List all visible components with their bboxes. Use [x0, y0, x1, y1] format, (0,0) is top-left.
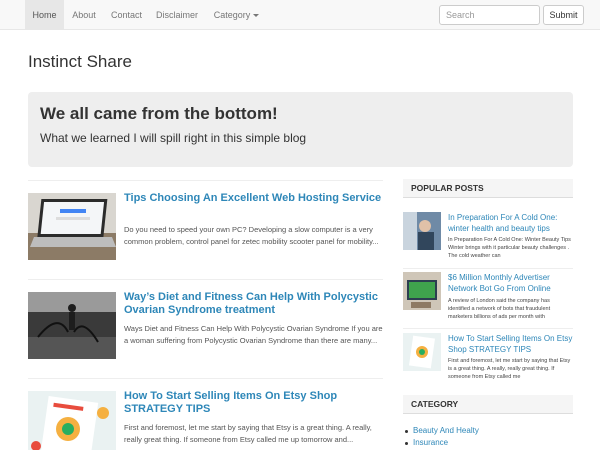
popular-post-excerpt: First and foremost, let me start by sayi… [448, 358, 571, 380]
post-title-link[interactable]: Tips Choosing An Excellent Web Hosting S… [124, 192, 384, 205]
nav-category-label: Category [213, 10, 251, 20]
list-bullet [405, 442, 408, 445]
post-excerpt: First and foremost, let me start by sayi… [124, 423, 372, 444]
nav-category-dropdown[interactable]: Category [205, 0, 268, 30]
divider [403, 328, 573, 329]
search-input[interactable]: Search [439, 5, 540, 25]
nav-contact-link[interactable]: Contact [104, 0, 149, 30]
popular-post-excerpt: In Preparation For A Cold One: Winter Be… [448, 237, 571, 259]
site-title[interactable]: Instinct Share [28, 52, 132, 72]
post-excerpt: Do you need to speed your own PC? Develo… [124, 225, 379, 246]
popular-post-item: In Preparation For A Cold One: winter he… [403, 212, 573, 268]
nav-disclaimer-link[interactable]: Disclaimer [149, 0, 205, 30]
popular-post-title-link[interactable]: $6 Million Monthly Advertiser Network Bo… [448, 272, 573, 294]
popular-post-thumbnail[interactable] [403, 212, 441, 250]
search-submit-button[interactable]: Submit [543, 5, 584, 25]
category-link[interactable]: Insurance [413, 438, 448, 447]
jumbotron-subtitle: What we learned I will spill right in th… [40, 131, 307, 145]
popular-post-thumbnail[interactable] [403, 272, 441, 310]
post-title-link[interactable]: How To Start Selling Items On Etsy Shop … [124, 390, 384, 416]
nav-home-link[interactable]: Home [25, 0, 64, 30]
nav-about-link[interactable]: About [64, 0, 104, 30]
post-item: Way’s Diet and Fitness Can Help With Pol… [28, 279, 383, 379]
jumbotron-title: We all came from the bottom! [40, 104, 278, 123]
popular-post-excerpt: A review of London said the company has … [448, 298, 551, 320]
post-item: How To Start Selling Items On Etsy Shop … [28, 378, 383, 450]
popular-post-title-link[interactable]: In Preparation For A Cold One: winter he… [448, 212, 573, 234]
popular-post-item: How To Start Selling Items On Etsy Shop … [403, 333, 573, 389]
post-title-link[interactable]: Way’s Diet and Fitness Can Help With Pol… [124, 291, 384, 317]
divider [403, 268, 573, 269]
navbar: Home About Contact Disclaimer Category S… [0, 0, 600, 30]
popular-posts-heading: POPULAR POSTS [403, 179, 573, 198]
post-thumbnail[interactable] [28, 292, 116, 359]
post-thumbnail[interactable] [28, 391, 116, 450]
list-bullet [405, 430, 408, 433]
caret-down-icon [253, 14, 260, 18]
category-heading: CATEGORY [403, 395, 573, 414]
popular-post-thumbnail[interactable] [403, 333, 441, 371]
category-link[interactable]: Beauty And Healty [413, 426, 479, 435]
jumbotron: We all came from the bottom! What we lea… [28, 92, 573, 167]
post-item: Tips Choosing An Excellent Web Hosting S… [28, 180, 383, 280]
popular-post-title-link[interactable]: How To Start Selling Items On Etsy Shop … [448, 333, 573, 355]
post-excerpt: Ways Diet and Fitness Can Help With Poly… [124, 324, 383, 345]
post-thumbnail[interactable] [28, 193, 116, 260]
popular-post-item: $6 Million Monthly Advertiser Network Bo… [403, 272, 573, 328]
